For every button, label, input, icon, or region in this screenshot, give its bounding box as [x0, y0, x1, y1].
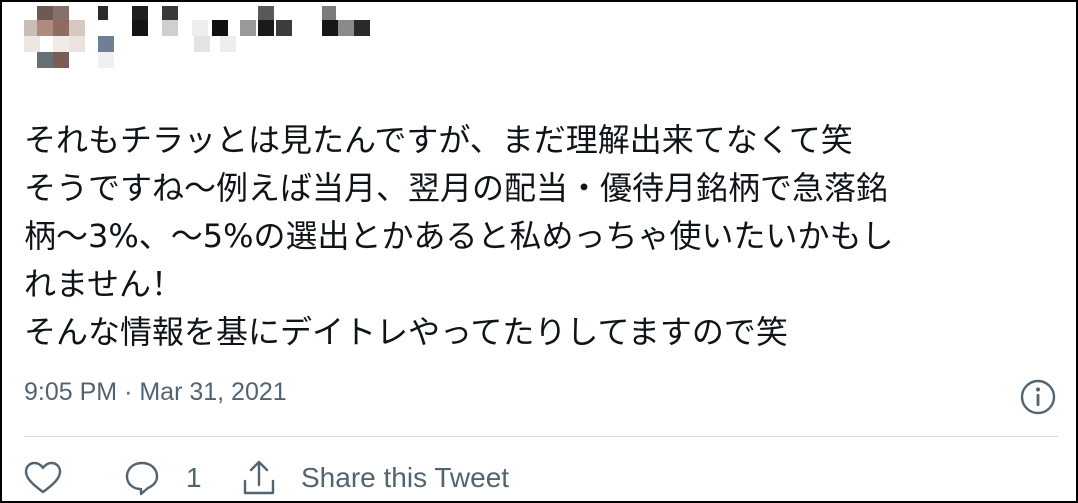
timestamp-separator: · [124, 378, 133, 406]
tweet-date: Mar 31, 2021 [139, 378, 287, 406]
like-button[interactable] [24, 458, 62, 498]
tweet-text-line: 柄〜3%、〜5%の選出とかあると私めっちゃ使いたいかもし [24, 217, 894, 255]
info-icon [1020, 379, 1056, 415]
tweet-card: それもチラッとは見たんですが、まだ理解出来てなくて笑 そうですね〜例えば当月、翌… [0, 0, 1078, 503]
share-button[interactable]: Share this Tweet [241, 458, 509, 498]
redacted-user-header [24, 6, 384, 74]
reply-bubble-icon [125, 461, 159, 496]
tweet-text-line: そんな情報を基にデイトレやってたりしてますので笑 [24, 313, 788, 351]
tweet-text: それもチラッとは見たんですが、まだ理解出来てなくて笑 そうですね〜例えば当月、翌… [24, 116, 1064, 356]
share-icon [243, 460, 275, 495]
reply-button[interactable]: 1 [124, 458, 202, 498]
tweet-actions: 1 Share this Tweet [24, 452, 1064, 503]
tweet-text-line: それもチラッとは見たんですが、まだ理解出来てなくて笑 [24, 121, 853, 159]
tweet-text-line: そうですね〜例えば当月、翌月の配当・優待月銘柄で急落銘 [24, 169, 889, 207]
heart-icon [24, 461, 62, 494]
share-label: Share this Tweet [301, 462, 510, 493]
tweet-time: 9:05 PM [24, 378, 118, 406]
tweet-text-line: れません！ [24, 265, 184, 303]
info-button[interactable] [1019, 378, 1057, 416]
tweet-timestamp[interactable]: 9:05 PM · Mar 31, 2021 [24, 378, 287, 407]
reply-count: 1 [186, 462, 202, 493]
divider [24, 436, 1058, 437]
